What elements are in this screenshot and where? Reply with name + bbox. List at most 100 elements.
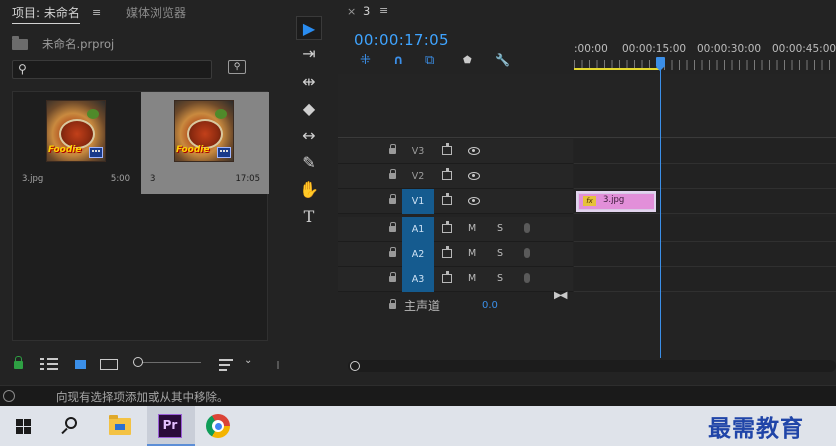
- sort-icon[interactable]: [219, 359, 233, 371]
- solo-button[interactable]: S: [497, 273, 503, 284]
- eye-icon[interactable]: [468, 172, 480, 180]
- slip-tool-icon[interactable]: ↔: [296, 124, 322, 148]
- track-target-a3[interactable]: A3: [402, 267, 434, 292]
- linked-selection-icon[interactable]: ⧉: [425, 53, 434, 68]
- sync-lock-icon[interactable]: [442, 168, 452, 180]
- project-search-input[interactable]: ⚲: [12, 60, 212, 79]
- track-lock-icon[interactable]: [389, 272, 396, 282]
- mute-button[interactable]: M: [468, 223, 476, 234]
- track-header: V2: [338, 164, 573, 189]
- search-icon: ⚲: [18, 62, 27, 76]
- tab-media-browser[interactable]: 媒体浏览器: [126, 4, 186, 21]
- list-view-icon[interactable]: [40, 358, 58, 370]
- chevron-down-icon[interactable]: ⌄: [244, 355, 252, 366]
- sync-lock-icon[interactable]: [442, 143, 452, 155]
- close-icon[interactable]: ×: [347, 5, 356, 18]
- microphone-icon[interactable]: [524, 273, 530, 283]
- playhead-line[interactable]: [660, 70, 661, 358]
- sync-lock-icon[interactable]: [442, 193, 452, 205]
- track-content[interactable]: [574, 139, 836, 164]
- track-select-tool-icon[interactable]: ⇥: [296, 42, 322, 66]
- track-target-v1[interactable]: V1: [402, 189, 434, 214]
- project-file-name: 未命名.prproj: [42, 37, 115, 51]
- sync-lock-icon[interactable]: [442, 221, 452, 233]
- solo-button[interactable]: S: [497, 248, 503, 259]
- solo-button[interactable]: S: [497, 223, 503, 234]
- eye-icon[interactable]: [468, 197, 480, 205]
- still-image-badge-icon: [89, 147, 103, 158]
- chrome-button[interactable]: [196, 406, 244, 446]
- time-ruler[interactable]: :00:00 00:00:15:00 00:00:30:00 00:00:45:…: [574, 36, 836, 72]
- work-area-bar[interactable]: [574, 68, 660, 70]
- track-content[interactable]: [574, 242, 836, 267]
- premiere-pro-icon: Pr: [158, 414, 182, 438]
- hand-tool-icon[interactable]: ✋: [296, 178, 322, 202]
- freeform-view-icon[interactable]: [100, 359, 118, 370]
- go-to-in-out-icon[interactable]: ▶◀: [554, 290, 567, 301]
- track-content[interactable]: [574, 267, 836, 292]
- track-lock-icon[interactable]: [389, 194, 396, 204]
- timeline-menu-icon[interactable]: ≡: [379, 4, 388, 17]
- sequence-badge-icon: [217, 147, 231, 158]
- add-marker-icon[interactable]: ⬟: [463, 55, 472, 66]
- scrollbar-handle[interactable]: [350, 361, 360, 371]
- selection-tool-icon[interactable]: ▶: [296, 16, 322, 40]
- new-search-bin-icon[interactable]: ⚲: [228, 60, 246, 74]
- playhead-timecode[interactable]: 00:00:17:05: [354, 31, 449, 49]
- snap-icon[interactable]: ∩: [393, 53, 404, 68]
- panel-resize-handle[interactable]: [277, 361, 279, 369]
- icon-view-icon[interactable]: [75, 360, 86, 369]
- track-lock-icon[interactable]: [389, 299, 396, 309]
- ruler-label: 00:00:30:00: [697, 43, 762, 55]
- sync-lock-icon[interactable]: [442, 271, 452, 283]
- mute-button[interactable]: M: [468, 248, 476, 259]
- settings-wrench-icon[interactable]: 🔧: [495, 53, 510, 67]
- zoom-slider[interactable]: [133, 362, 201, 363]
- project-footer-toolbar: ⌄: [0, 352, 281, 376]
- track-content[interactable]: [574, 217, 836, 242]
- search-button[interactable]: [48, 406, 96, 446]
- windows-logo-icon: [16, 419, 31, 434]
- microphone-icon[interactable]: [524, 223, 530, 233]
- track-header: A2 M S: [338, 242, 573, 267]
- status-indicator-icon: [3, 390, 15, 402]
- track-lock-icon[interactable]: [389, 169, 396, 179]
- track-target-a1[interactable]: A1: [402, 217, 434, 242]
- media-thumbnail: Foodie: [174, 100, 234, 162]
- media-item-3-jpg[interactable]: Foodie 3.jpg 5:00: [13, 92, 140, 194]
- track-lock-icon[interactable]: [389, 144, 396, 154]
- ripple-edit-tool-icon[interactable]: ⇹: [296, 70, 322, 94]
- sequence-tab-label[interactable]: 3: [363, 4, 370, 18]
- status-bar: 向现有选择项添加或从其中移除。: [0, 385, 836, 406]
- razor-tool-icon[interactable]: ◆: [296, 97, 322, 121]
- track-lock-icon[interactable]: [389, 222, 396, 232]
- eye-icon[interactable]: [468, 147, 480, 155]
- zoom-slider-handle[interactable]: [133, 357, 143, 367]
- premiere-pro-button[interactable]: Pr: [147, 406, 195, 446]
- timeline-clip[interactable]: fx 3.jpg: [576, 191, 656, 212]
- playhead-handle[interactable]: [656, 57, 665, 71]
- tab-project[interactable]: 项目: 未命名: [12, 4, 80, 24]
- media-grid: Foodie 3.jpg 5:00 Foodie 3 17:05: [12, 91, 269, 341]
- type-tool-icon[interactable]: T: [296, 205, 322, 229]
- project-panel-menu-icon[interactable]: ≡: [92, 6, 101, 19]
- start-button[interactable]: [0, 406, 48, 446]
- sync-lock-icon[interactable]: [442, 246, 452, 258]
- track-row-v2: V2: [338, 164, 836, 189]
- mute-button[interactable]: M: [468, 273, 476, 284]
- track-content[interactable]: [574, 164, 836, 189]
- track-target-a2[interactable]: A2: [402, 242, 434, 267]
- media-item-sequence-3[interactable]: Foodie 3 17:05: [141, 92, 269, 194]
- microphone-icon[interactable]: [524, 248, 530, 258]
- track-target-v2[interactable]: V2: [402, 164, 434, 189]
- pen-tool-icon[interactable]: ✎: [296, 151, 322, 175]
- nest-toggle-icon[interactable]: ⁜: [360, 53, 371, 68]
- taskbar: Pr 最需教育: [0, 406, 836, 446]
- master-volume[interactable]: 0.0: [482, 300, 498, 311]
- lock-icon[interactable]: [14, 356, 23, 369]
- ruler-label: :00:00: [574, 43, 608, 55]
- track-target-v3[interactable]: V3: [402, 139, 434, 164]
- track-lock-icon[interactable]: [389, 247, 396, 257]
- file-explorer-button[interactable]: [97, 406, 145, 446]
- timeline-zoom-scrollbar[interactable]: [348, 360, 836, 372]
